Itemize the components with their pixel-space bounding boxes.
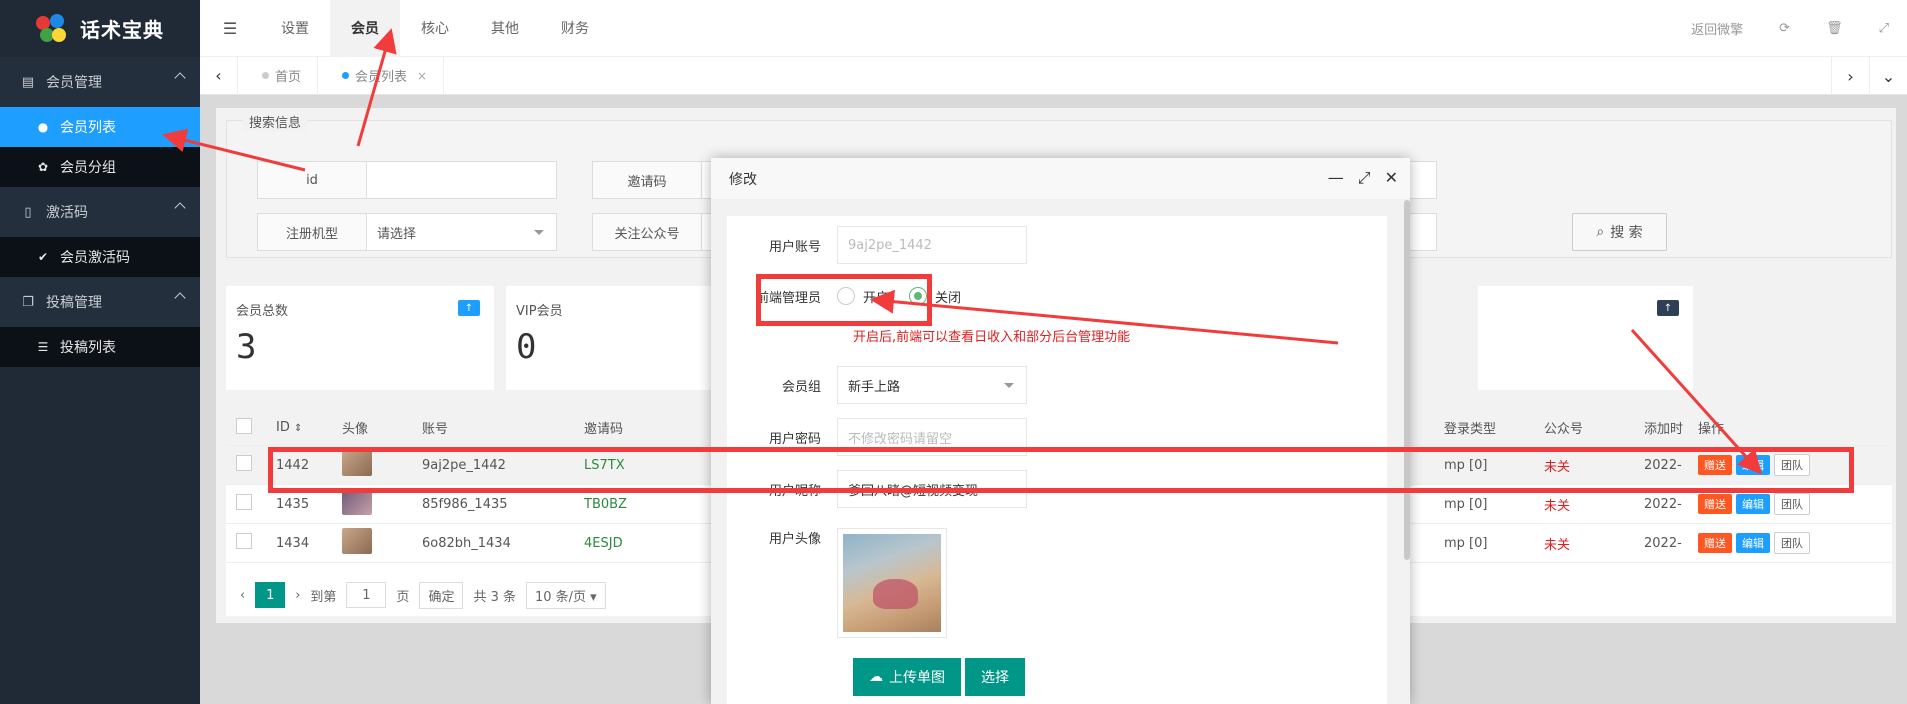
arrow-to-edit (1630, 328, 1763, 475)
arrow-to-topnav (356, 28, 397, 147)
annotation-arrows (162, 28, 1763, 475)
arrow-to-sidebar (162, 128, 306, 172)
arrow-to-admin (870, 289, 1339, 345)
